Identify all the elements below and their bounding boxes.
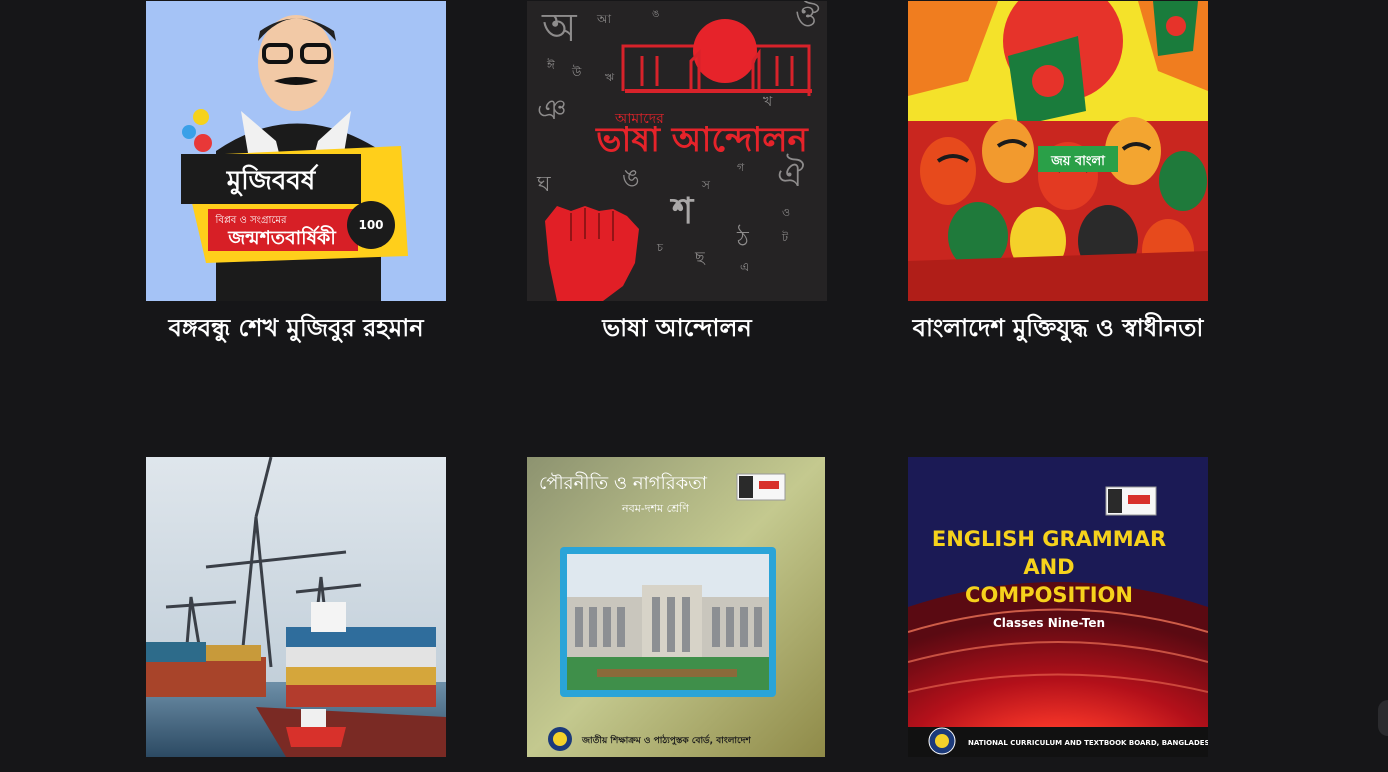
svg-text:ঘ: ঘ <box>536 172 551 197</box>
liberation-sign-text: জয় বাংলা <box>1050 154 1106 169</box>
civics-heading-text: পৌরনীতি ও নাগরিকতা <box>539 472 708 494</box>
book-cover-liberation-war[interactable]: জয় বাংলা <box>908 1 1208 301</box>
language-big-text: ভাষা আন্দোলন <box>595 120 809 160</box>
book-title[interactable]: বাংলাদেশ মুক্তিযুদ্ধ ও স্বাধীনতা <box>908 311 1208 345</box>
svg-text:গ: গ <box>737 161 745 174</box>
book-cover-port[interactable] <box>146 457 446 757</box>
mujib-badge-text: মুজিববর্ষ <box>226 164 320 197</box>
svg-text:অ: অ <box>541 5 578 51</box>
svg-text:শ: শ <box>669 191 695 232</box>
mujib-years-text: 100 <box>358 218 383 232</box>
scroll-handle[interactable] <box>1378 700 1388 736</box>
svg-text:ঠ: ঠ <box>736 225 750 252</box>
grammar-line2-text: AND <box>1023 555 1074 579</box>
svg-text:ঞ: ঞ <box>537 93 567 126</box>
mujib-sub-text: বিপ্লব ও সংগ্রামের <box>215 214 287 226</box>
grammar-line1-text: ENGLISH GRAMMAR <box>932 527 1166 551</box>
svg-text:এ: এ <box>740 260 749 274</box>
grammar-board-text: NATIONAL CURRICULUM AND TEXTBOOK BOARD, … <box>968 739 1208 747</box>
book-title[interactable]: বঙ্গবন্ধু শেখ মুজিবুর রহমান <box>146 311 446 345</box>
grammar-class-text: Classes Nine-Ten <box>993 616 1105 630</box>
civics-board-text: জাতীয় শিক্ষাক্রম ও পাঠ্যপুস্তক বোর্ড, ব… <box>581 733 751 747</box>
book-cover-language-movement[interactable]: অ আ ঙ ঔ ঈ উ ঋ ঞ খ ঘ ঙ ঐ স শ ঠ ও ট চ ছ এ <box>527 1 827 301</box>
book-cover-english-grammar[interactable]: ENGLISH GRAMMAR AND COMPOSITION Classes … <box>908 457 1208 757</box>
svg-text:ঐ: ঐ <box>777 154 804 195</box>
mujib-banner-text: জন্মশতবার্ষিকী <box>227 225 337 249</box>
svg-text:আ: আ <box>596 12 612 26</box>
svg-text:চ: চ <box>656 241 664 254</box>
svg-text:ঋ: ঋ <box>605 71 615 84</box>
svg-text:ঙ: ঙ <box>622 164 640 192</box>
svg-text:ও: ও <box>782 206 790 219</box>
book-title[interactable]: ভাষা আন্দোলন <box>527 311 827 345</box>
book-cover-civics[interactable]: পৌরনীতি ও নাগরিকতা নবম-দশম শ্রেণি জাতীয়… <box>527 457 827 757</box>
grammar-line3-text: COMPOSITION <box>965 583 1133 607</box>
svg-text:খ: খ <box>763 94 773 110</box>
book-cover-mujib[interactable]: মুজিববর্ষ বিপ্লব ও সংগ্রামের জন্মশতবার্ষ… <box>146 1 446 301</box>
svg-text:ঈ: ঈ <box>546 58 555 72</box>
svg-text:ঙ: ঙ <box>652 9 659 20</box>
svg-text:ট: ট <box>781 231 789 244</box>
civics-class-text: নবম-দশম শ্রেণি <box>621 502 689 515</box>
svg-text:ঔ: ঔ <box>795 1 820 34</box>
svg-text:ছ: ছ <box>694 248 706 267</box>
svg-text:স: স <box>701 178 711 192</box>
svg-text:উ: উ <box>571 65 582 79</box>
